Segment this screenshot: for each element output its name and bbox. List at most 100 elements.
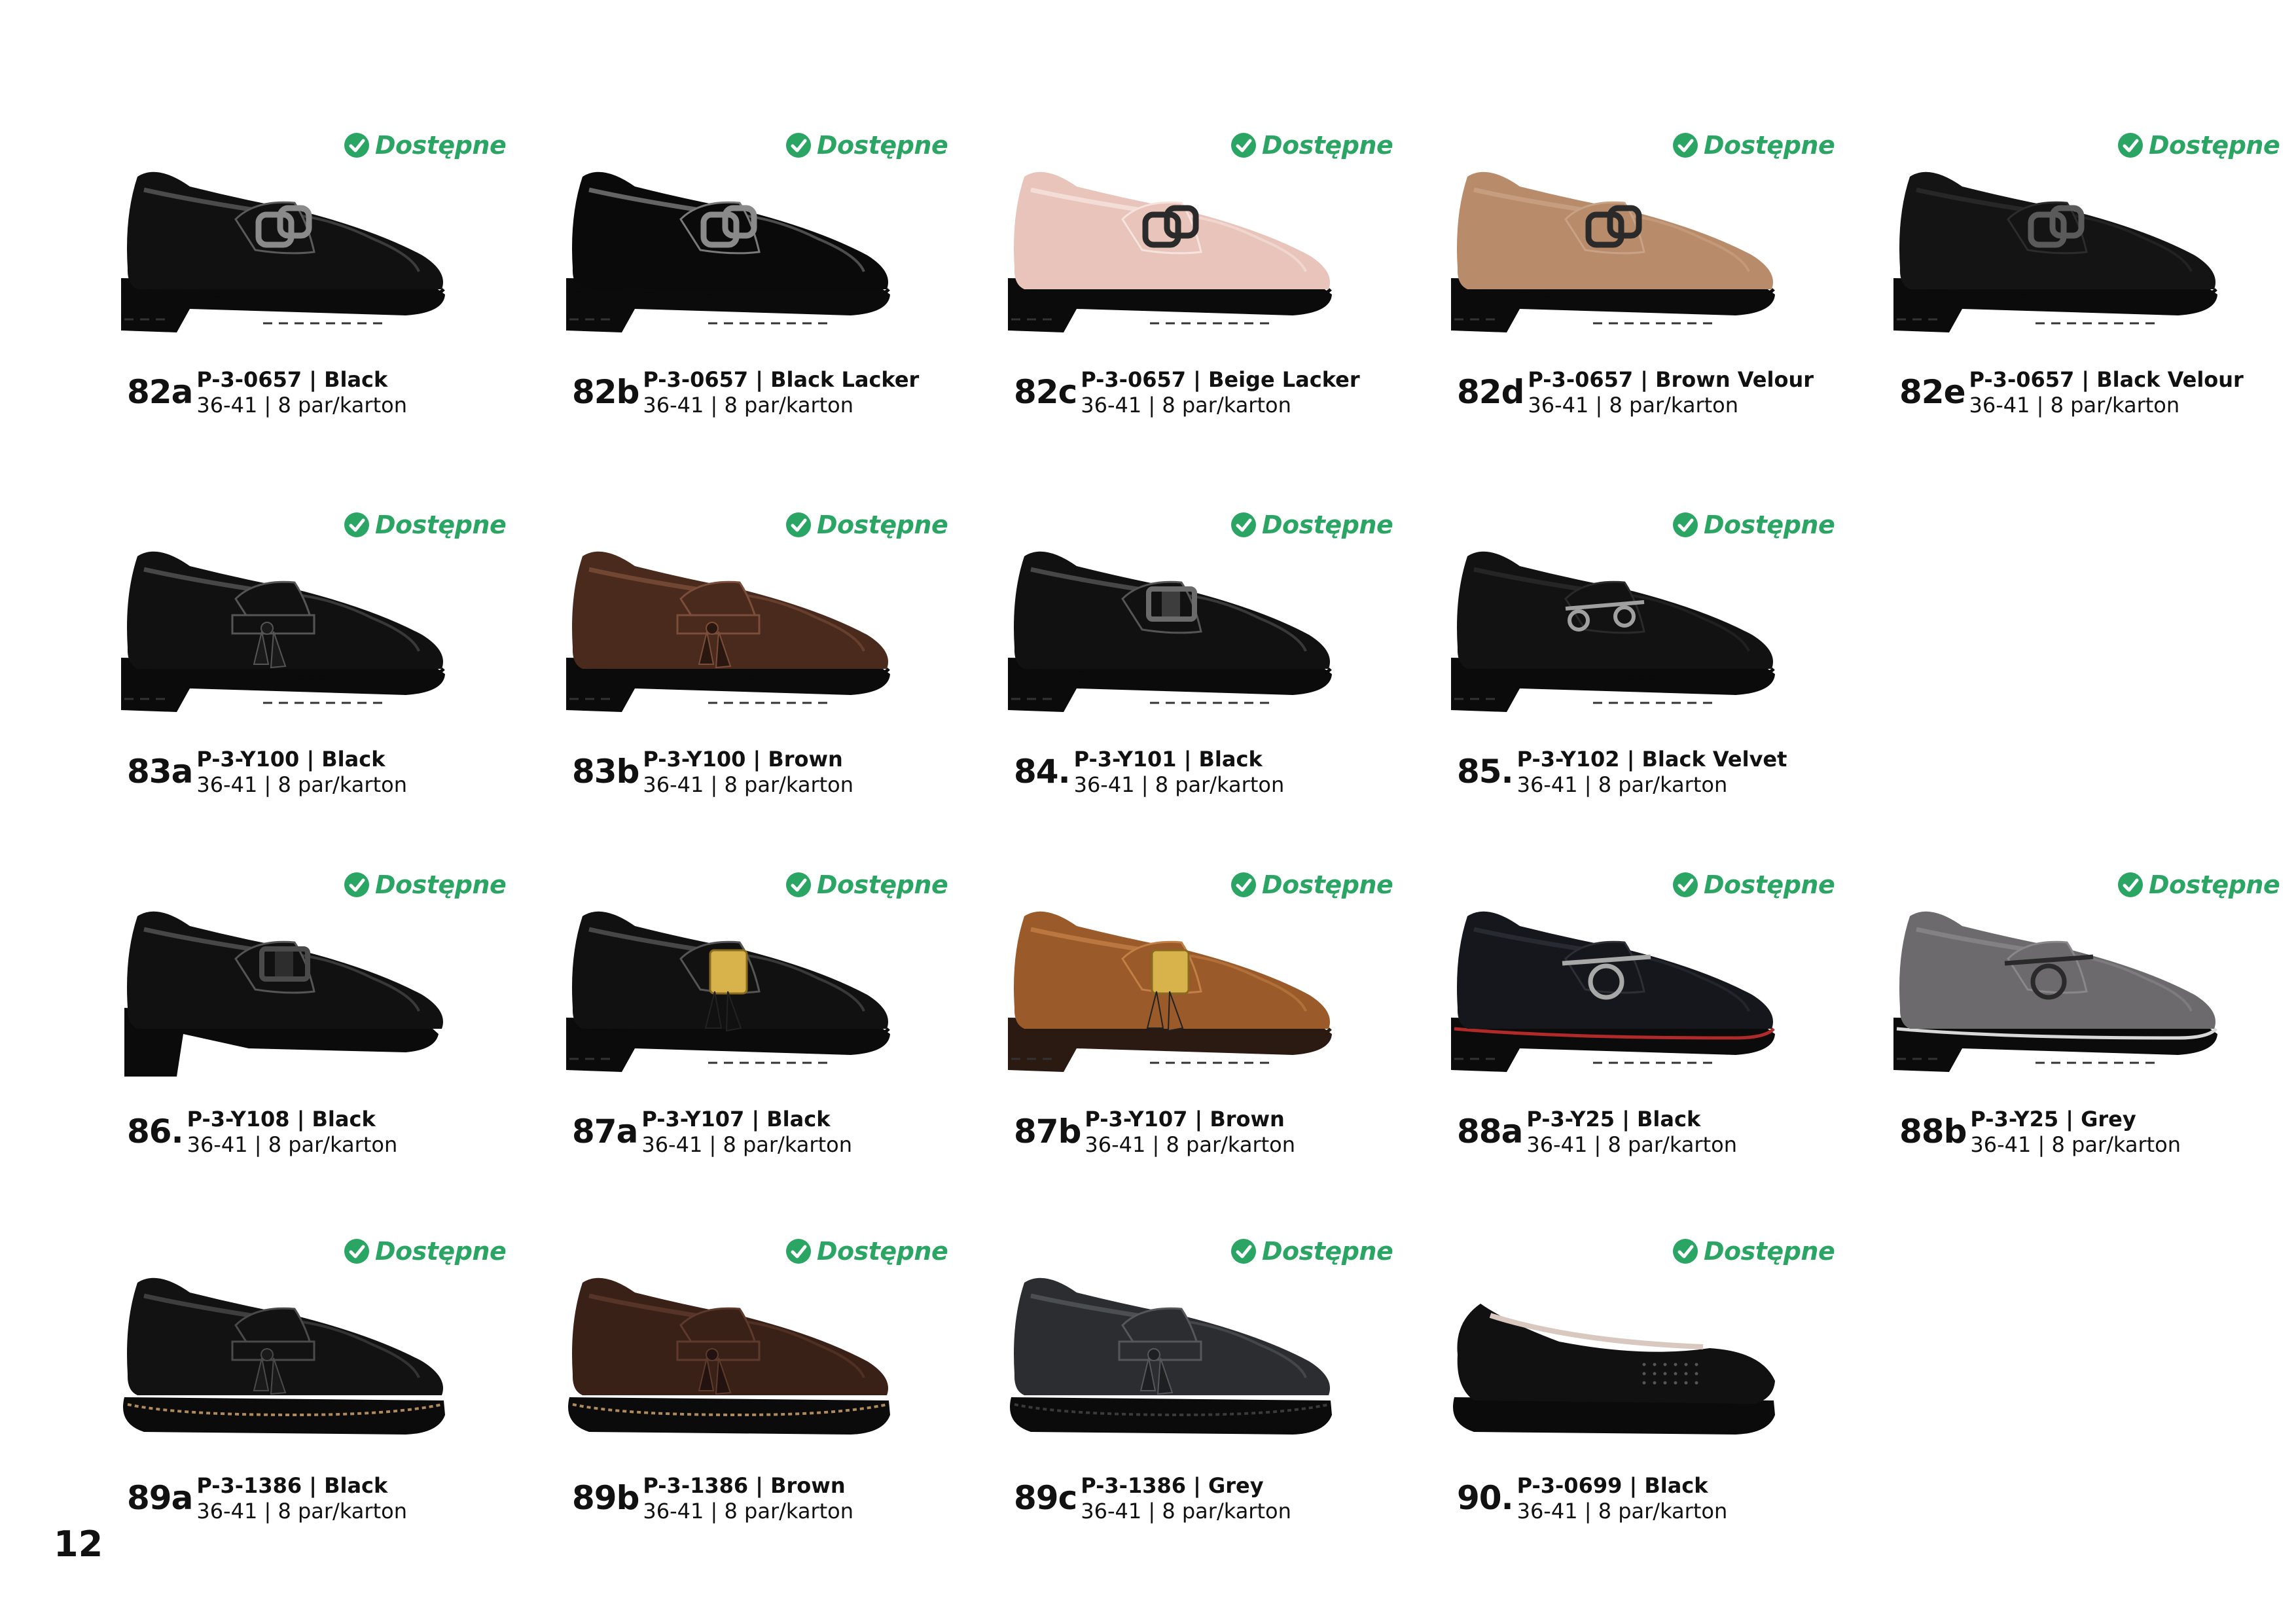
product-sizes: 36-41 | 8 par/karton	[1970, 1132, 2181, 1157]
product-number: 83a	[127, 753, 193, 791]
product-label: 88b P-3-Y25 | Grey 36-41 | 8 par/karton	[1899, 1106, 2181, 1157]
product-label: 82e P-3-0657 | Black Velour 36-41 | 8 par/…	[1899, 366, 2244, 418]
check-circle-icon	[1673, 133, 1698, 158]
product-card: 87b P-3-Y107 | Brown 36-41 | 8 par/karton	[985, 877, 1404, 1185]
product-sizes: 36-41 | 8 par/karton	[1969, 393, 2180, 418]
product-label: 82b P-3-0657 | Black Lacker 36-41 | 8 par/…	[572, 366, 919, 418]
product-label: 89c P-3-1386 | Grey 36-41 | 8 par/karton	[1014, 1472, 1291, 1524]
product-label: 85. P-3-Y102 | Black Velvet 36-41 | 8 par/…	[1457, 746, 1787, 797]
product-code: P-3-1386 | Brown	[643, 1473, 846, 1498]
product-number: 89b	[572, 1479, 639, 1517]
product-sizes: 36-41 | 8 par/karton	[1516, 1499, 1728, 1524]
check-circle-icon	[344, 872, 369, 897]
product-number: 90.	[1457, 1479, 1514, 1517]
product-shoe-image	[985, 877, 1352, 1093]
product-sizes: 36-41 | 8 par/karton	[1073, 772, 1285, 797]
availability-text: Dostępne	[1704, 131, 1835, 160]
product-card: 82a P-3-0657 | Black 36-41 | 8 par/karton	[98, 137, 517, 445]
product-label: 84. P-3-Y101 | Black 36-41 | 8 par/karton	[1014, 746, 1284, 797]
product-info: P-3-Y101 | Black 36-41 | 8 par/karton	[1074, 746, 1285, 797]
availability-badge: Dostępne	[1230, 870, 1393, 899]
product-number: 89a	[127, 1479, 193, 1517]
product-info: P-3-1386 | Brown 36-41 | 8 par/karton	[643, 1472, 853, 1524]
product-shoe-image	[98, 877, 465, 1093]
check-circle-icon	[1231, 133, 1256, 158]
product-sizes: 36-41 | 8 par/karton	[643, 772, 854, 797]
availability-text: Dostępne	[1704, 1237, 1835, 1266]
product-card: 84. P-3-Y101 | Black 36-41 | 8 par/karton	[985, 517, 1404, 825]
product-sizes: 36-41 | 8 par/karton	[187, 1132, 398, 1157]
product-shoe-image	[98, 137, 465, 353]
product-info: P-3-0657 | Black Lacker 36-41 | 8 par/kar…	[643, 366, 919, 418]
availability-badge: Dostępne	[1230, 1237, 1393, 1266]
page-number: 12	[54, 1524, 103, 1565]
product-card: 82e P-3-0657 | Black Velour 36-41 | 8 par/…	[1871, 137, 2289, 445]
product-shoe-image	[985, 137, 1352, 353]
availability-badge: Dostępne	[2117, 131, 2280, 160]
product-label: 90. P-3-0699 | Black 36-41 | 8 par/karton	[1457, 1472, 1727, 1524]
product-card: 83a P-3-Y100 | Black 36-41 | 8 par/karton	[98, 517, 517, 825]
product-code: P-3-Y108 | Black	[187, 1107, 376, 1132]
product-number: 82c	[1014, 373, 1077, 411]
check-circle-icon	[2118, 133, 2143, 158]
product-info: P-3-Y25 | Black 36-41 | 8 par/karton	[1526, 1106, 1737, 1157]
availability-text: Dostępne	[1262, 510, 1393, 539]
product-label: 83a P-3-Y100 | Black 36-41 | 8 par/karton	[127, 746, 407, 797]
product-sizes: 36-41 | 8 par/karton	[643, 1499, 854, 1524]
product-card: 89b P-3-1386 | Brown 36-41 | 8 par/karton	[543, 1243, 962, 1551]
product-code: P-3-0657 | Black	[196, 367, 388, 392]
product-label: 86. P-3-Y108 | Black 36-41 | 8 par/karton	[127, 1106, 397, 1157]
product-card: 82d P-3-0657 | Brown Velour 36-41 | 8 par/…	[1428, 137, 1847, 445]
check-circle-icon	[786, 1239, 811, 1264]
product-number: 88b	[1899, 1113, 1967, 1150]
product-number: 84.	[1014, 753, 1071, 791]
product-card: 90. P-3-0699 | Black 36-41 | 8 par/karton	[1428, 1243, 1847, 1551]
availability-text: Dostępne	[375, 510, 507, 539]
availability-badge: Dostępne	[785, 131, 948, 160]
product-label: 87a P-3-Y107 | Black 36-41 | 8 par/karton	[572, 1106, 852, 1157]
check-circle-icon	[1231, 1239, 1256, 1264]
product-number: 86.	[127, 1113, 184, 1150]
availability-badge: Dostępne	[344, 131, 507, 160]
product-sizes: 36-41 | 8 par/karton	[196, 772, 407, 797]
product-card: 85. P-3-Y102 | Black Velvet 36-41 | 8 par/…	[1428, 517, 1847, 825]
availability-text: Dostępne	[1262, 870, 1393, 899]
product-code: P-3-Y25 | Grey	[1970, 1107, 2136, 1132]
availability-badge: Dostępne	[785, 510, 948, 539]
product-number: 88a	[1457, 1113, 1523, 1150]
product-card: 82b P-3-0657 | Black Lacker 36-41 | 8 par/…	[543, 137, 962, 445]
availability-text: Dostępne	[1704, 510, 1835, 539]
product-info: P-3-0699 | Black 36-41 | 8 par/karton	[1517, 1472, 1728, 1524]
availability-text: Dostępne	[1262, 1237, 1393, 1266]
product-sizes: 36-41 | 8 par/karton	[196, 393, 407, 418]
availability-text: Dostępne	[1704, 870, 1835, 899]
product-shoe-image	[985, 517, 1352, 733]
product-label: 83b P-3-Y100 | Brown 36-41 | 8 par/karton	[572, 746, 853, 797]
product-info: P-3-Y102 | Black Velvet 36-41 | 8 par/kar…	[1517, 746, 1787, 797]
product-label: 82a P-3-0657 | Black 36-41 | 8 par/karton	[127, 366, 407, 418]
product-info: P-3-Y108 | Black 36-41 | 8 par/karton	[187, 1106, 398, 1157]
product-shoe-image	[543, 877, 910, 1093]
availability-badge: Dostępne	[1230, 131, 1393, 160]
product-sizes: 36-41 | 8 par/karton	[641, 1132, 852, 1157]
product-code: P-3-0699 | Black	[1516, 1473, 1708, 1498]
product-number: 87b	[1014, 1113, 1081, 1150]
check-circle-icon	[344, 1239, 369, 1264]
product-code: P-3-0657 | Black Lacker	[643, 367, 920, 392]
product-sizes: 36-41 | 8 par/karton	[1081, 1499, 1291, 1524]
check-circle-icon	[786, 512, 811, 537]
availability-badge: Dostępne	[1230, 510, 1393, 539]
availability-badge: Dostępne	[344, 510, 507, 539]
product-card: 83b P-3-Y100 | Brown 36-41 | 8 par/karton	[543, 517, 962, 825]
availability-text: Dostępne	[817, 870, 948, 899]
availability-badge: Dostępne	[785, 1237, 948, 1266]
check-circle-icon	[2118, 872, 2143, 897]
check-circle-icon	[1673, 1239, 1698, 1264]
product-code: P-3-Y107 | Black	[641, 1107, 831, 1132]
product-number: 82a	[127, 373, 193, 411]
availability-text: Dostępne	[817, 131, 948, 160]
availability-badge: Dostępne	[1672, 1237, 1835, 1266]
product-card: 82c P-3-0657 | Beige Lacker 36-41 | 8 par/…	[985, 137, 1404, 445]
availability-text: Dostępne	[2149, 870, 2280, 899]
product-shoe-image	[1428, 1243, 1795, 1459]
